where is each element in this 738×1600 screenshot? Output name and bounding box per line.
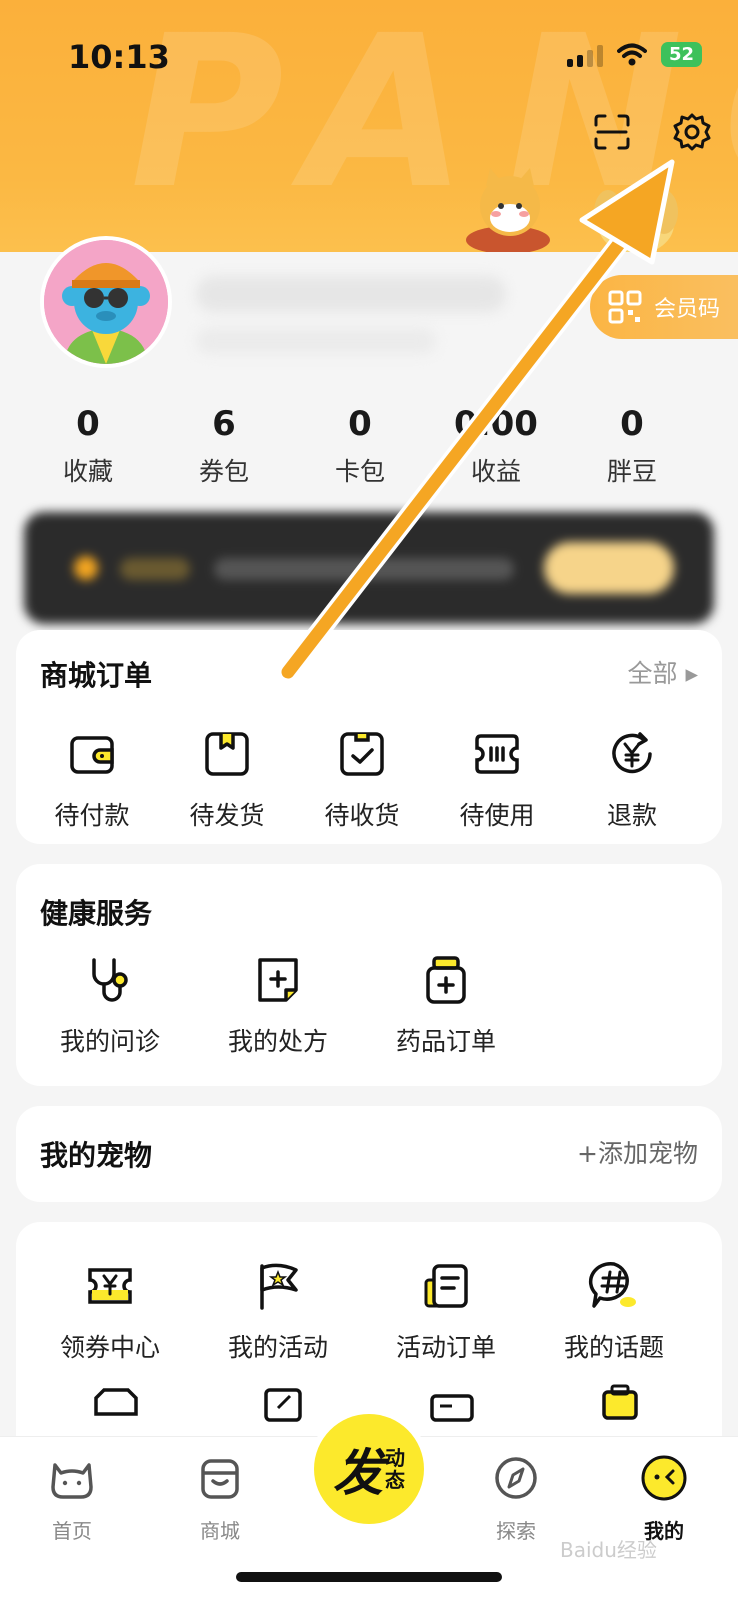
flag-star-icon — [260, 1263, 298, 1310]
nav-explore[interactable]: 探索 — [456, 1453, 576, 1544]
stat-cards[interactable]: 0 卡包 — [292, 404, 428, 488]
baidu-watermark: Baidu经验 — [560, 1538, 657, 1562]
health-label: 我的问诊 — [59, 1027, 160, 1056]
nav-me[interactable]: 我的 — [604, 1453, 724, 1544]
wallet-icon — [70, 736, 114, 774]
add-pet-button[interactable]: +添加宠物 — [577, 1134, 698, 1170]
package-icon — [205, 732, 249, 776]
shiba-mascot-icon — [466, 168, 550, 252]
topic-hashtag-icon — [588, 1262, 636, 1308]
member-code-button[interactable]: 会员码 — [590, 275, 738, 339]
mall-orders-title: 商城订单 — [40, 659, 153, 692]
my-pets-title: 我的宠物 — [40, 1139, 153, 1172]
post-button-big-char: 发 — [333, 1443, 383, 1502]
home-indicator[interactable] — [236, 1572, 502, 1582]
order-label: 待收货 — [324, 801, 400, 830]
avatar[interactable] — [40, 236, 172, 368]
compass-icon — [495, 1457, 537, 1499]
order-to-use[interactable]: 待使用 — [429, 726, 565, 832]
stat-pang-beans[interactable]: 0 胖豆 — [564, 404, 700, 488]
refund-yen-icon — [612, 732, 652, 774]
user-info-blurred — [196, 328, 436, 354]
prescription-icon — [258, 958, 298, 1002]
order-label: 待付款 — [54, 801, 130, 830]
service-label: 我的活动 — [227, 1333, 328, 1362]
home-cat-icon — [51, 1463, 93, 1499]
service-my-activities[interactable]: 我的活动 — [210, 1258, 346, 1364]
service-label: 领券中心 — [59, 1333, 160, 1362]
health-my-prescription[interactable]: 我的处方 — [210, 952, 346, 1058]
health-label: 药品订单 — [395, 1027, 496, 1056]
me-face-icon — [641, 1455, 687, 1501]
stat-favorites[interactable]: 0 收藏 — [20, 404, 156, 488]
battery-icon: 52 — [660, 42, 702, 67]
health-medicine-orders[interactable]: 药品订单 — [378, 952, 514, 1058]
service-label: 我的话题 — [563, 1333, 664, 1362]
service-coupon-center[interactable]: 领券中心 — [42, 1258, 178, 1364]
wifi-icon — [616, 43, 647, 65]
stat-value: 0 — [76, 404, 100, 444]
promo-banner-blurred[interactable] — [24, 512, 714, 624]
nav-label: 探索 — [496, 1519, 536, 1543]
qr-code-icon — [608, 290, 642, 324]
stat-label: 收藏 — [62, 457, 113, 486]
signal-icon — [566, 43, 603, 67]
my-pets-card: 我的宠物 +添加宠物 — [16, 1106, 722, 1202]
nav-home[interactable]: 首页 — [12, 1453, 132, 1544]
nav-label: 商城 — [200, 1519, 240, 1543]
coupon-yen-icon — [88, 1268, 132, 1304]
order-label: 退款 — [606, 801, 657, 830]
receive-check-icon — [340, 732, 384, 776]
health-services-card: 健康服务 我的问诊 我的处方 药品订单 — [16, 864, 722, 1086]
status-icons: 52 — [566, 42, 702, 67]
health-label: 我的处方 — [227, 1027, 328, 1056]
username-blurred — [196, 276, 506, 312]
stat-earnings[interactable]: 0.00 收益 — [428, 404, 564, 488]
profile-screen: PANG 10:13 52 — [0, 0, 738, 1600]
nav-shop[interactable]: 商城 — [160, 1453, 280, 1544]
partial-row-icon — [430, 1394, 474, 1422]
health-services-title: 健康服务 — [40, 897, 153, 930]
order-label: 待使用 — [459, 801, 535, 830]
service-label: 活动订单 — [395, 1333, 496, 1362]
view-all-orders-link[interactable]: 全部 ▸ — [628, 654, 699, 690]
partial-row-icon — [264, 1388, 302, 1422]
post-moment-button[interactable]: 发 动 态 — [314, 1414, 424, 1524]
service-activity-orders[interactable]: 活动订单 — [378, 1258, 514, 1364]
stat-label: 券包 — [198, 457, 249, 486]
stat-label: 收益 — [470, 457, 521, 486]
stethoscope-icon — [92, 958, 128, 1002]
order-pending-payment[interactable]: 待付款 — [24, 726, 160, 832]
medicine-bottle-icon — [426, 956, 466, 1004]
order-refund[interactable]: 退款 — [564, 726, 700, 832]
member-code-label: 会员码 — [654, 297, 721, 322]
order-pending-shipment[interactable]: 待发货 — [159, 726, 295, 832]
post-button-small-chars: 动 态 — [385, 1446, 405, 1492]
stat-coupons[interactable]: 6 券包 — [156, 404, 292, 488]
stat-value: 6 — [212, 404, 236, 444]
nav-label: 首页 — [52, 1519, 92, 1543]
ticket-icon — [475, 734, 519, 774]
shop-icon — [201, 1459, 239, 1499]
health-my-consultation[interactable]: 我的问诊 — [42, 952, 178, 1058]
partial-row-icon — [94, 1388, 138, 1416]
stat-value: 0 — [348, 404, 372, 444]
service-my-topics[interactable]: 我的话题 — [546, 1258, 682, 1364]
stat-label: 卡包 — [334, 457, 385, 486]
dog-mascot-icon — [594, 190, 678, 252]
mall-orders-card: 商城订单 全部 ▸ 待付款 待发货 待收货 待使用 退款 — [16, 630, 722, 844]
avatar-image — [44, 240, 168, 364]
partial-row-icon — [602, 1384, 638, 1420]
profile-header: PANG 10:13 52 — [0, 0, 738, 252]
stat-value: 0.00 — [454, 404, 538, 444]
order-label: 待发货 — [189, 801, 265, 830]
scan-icon[interactable] — [592, 112, 632, 152]
settings-gear-icon[interactable] — [672, 112, 712, 152]
status-time: 10:13 — [68, 38, 170, 76]
stat-label: 胖豆 — [606, 457, 657, 486]
stats-row: 0 收藏 6 券包 0 卡包 0.00 收益 0 胖豆 — [20, 404, 720, 488]
stat-value: 0 — [620, 404, 644, 444]
order-pending-receipt[interactable]: 待收货 — [294, 726, 430, 832]
activity-order-icon — [424, 1264, 468, 1308]
